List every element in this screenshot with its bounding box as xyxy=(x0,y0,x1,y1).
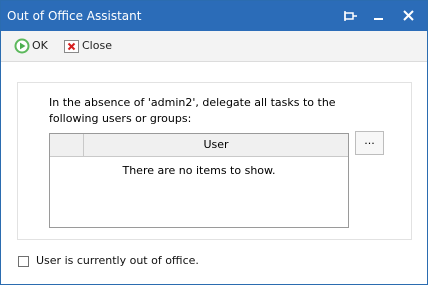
pin-icon xyxy=(344,11,357,21)
pin-button[interactable] xyxy=(341,8,359,24)
user-column-header[interactable]: User xyxy=(84,134,348,156)
minimize-icon xyxy=(374,18,383,20)
out-of-office-checkbox[interactable] xyxy=(18,255,29,267)
ok-icon xyxy=(14,38,30,54)
close-icon xyxy=(403,10,414,21)
empty-list-message: There are no items to show. xyxy=(122,164,276,177)
close-button[interactable]: Close xyxy=(64,37,112,55)
out-of-office-dialog: Out of Office Assistant OK Close In the … xyxy=(0,0,428,285)
toolbar: OK Close xyxy=(1,31,427,62)
minimize-button[interactable] xyxy=(370,8,388,24)
dialog-title: Out of Office Assistant xyxy=(7,9,142,23)
ok-label: OK xyxy=(32,39,48,52)
out-of-office-label: User is currently out of office. xyxy=(36,254,199,267)
list-header: User xyxy=(50,134,348,157)
close-label: Close xyxy=(82,39,112,52)
out-of-office-option[interactable]: User is currently out of office. xyxy=(18,253,199,269)
delegate-user-list[interactable]: User There are no items to show. xyxy=(49,133,349,228)
browse-users-button[interactable]: ... xyxy=(355,131,384,155)
select-all-column-header[interactable] xyxy=(50,134,84,156)
title-bar[interactable]: Out of Office Assistant xyxy=(1,1,427,31)
ok-button[interactable]: OK xyxy=(14,37,48,55)
delegate-panel: In the absence of 'admin2', delegate all… xyxy=(17,82,412,240)
delegate-instruction: In the absence of 'admin2', delegate all… xyxy=(49,96,336,125)
window-close-button[interactable] xyxy=(400,8,418,24)
close-x-icon xyxy=(64,39,79,53)
